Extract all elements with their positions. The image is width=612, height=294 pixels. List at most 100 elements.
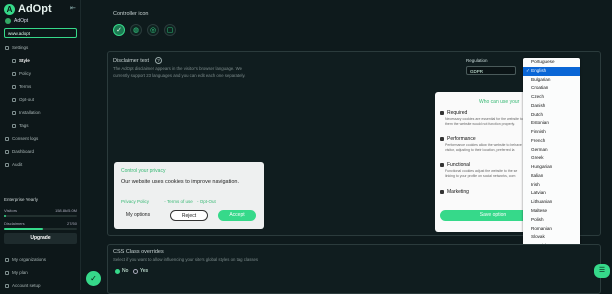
app-logo[interactable]: A AdOpt (4, 3, 52, 15)
language-option[interactable]: Irish (523, 181, 580, 190)
sidebar-item-label: Consent logs (12, 136, 39, 141)
sidebar-item-audit[interactable]: Audit (5, 162, 22, 167)
language-option[interactable]: Lithuanian (523, 198, 580, 207)
sidebar-item-label: Policy (19, 71, 32, 76)
sidebar-item-label: Audit (12, 162, 23, 167)
language-option[interactable]: Czech (523, 93, 580, 102)
opt-out-icon (12, 97, 16, 102)
plan-label: Enterprise Yearly (4, 197, 39, 202)
sidebar-item-my-organizations[interactable]: My organizations (5, 257, 46, 262)
language-option[interactable]: Bulgarian (523, 76, 580, 85)
category-label: Performance (447, 136, 476, 142)
language-option[interactable]: Greek (523, 154, 580, 163)
sidebar-item-account-setup[interactable]: Account setup (5, 283, 41, 288)
chevron-icon (440, 137, 444, 141)
language-option[interactable]: Estonian (523, 119, 580, 128)
domain-selector[interactable]: www.adopt (4, 28, 77, 38)
app-name: AdOpt (18, 3, 52, 15)
required-description-2: them the website would not function prop… (445, 122, 515, 126)
css-overrides-panel (107, 244, 601, 294)
language-option[interactable]: Danish (523, 102, 580, 111)
language-option[interactable]: Slovak (523, 233, 580, 242)
disclaimer-title: Disclaimer text (113, 58, 150, 64)
disclaimer-description-2: currently support 23 languages and you c… (113, 73, 246, 78)
floating-adopt-icon[interactable]: ✓ (86, 271, 101, 286)
language-option[interactable]: Romanian (523, 225, 580, 234)
sidebar-item-settings[interactable]: Settings (5, 45, 28, 50)
sidebar-item-opt-out[interactable]: Opt-out (12, 97, 34, 102)
language-option[interactable]: German (523, 146, 580, 155)
category-label: Marketing (447, 189, 469, 195)
chat-icon[interactable]: ▢ (164, 24, 176, 36)
language-option[interactable]: Croatian (523, 84, 580, 93)
opt-out-link[interactable]: - Opt-Out (197, 199, 216, 204)
sidebar-item-label: Style (19, 58, 30, 63)
cookie-icon[interactable]: ◍ (130, 24, 142, 36)
regulation-label: Regulation (466, 58, 488, 63)
accept-button[interactable]: Accept (218, 210, 256, 221)
language-option[interactable]: French (523, 137, 580, 146)
sidebar-item-my-plan[interactable]: My plan (5, 270, 28, 275)
radio-yes-indicator (133, 268, 138, 274)
sidebar-item-tags[interactable]: Tags (12, 123, 29, 128)
sidebar-item-style[interactable]: Style (12, 58, 30, 63)
collapse-sidebar-icon[interactable]: ⇤ (70, 4, 76, 12)
usage-label: Visitors (4, 208, 18, 213)
language-option[interactable]: Dutch (523, 111, 580, 120)
category-label: Functional (447, 162, 471, 168)
language-option[interactable]: Finnish (523, 128, 580, 137)
support-chat-icon[interactable]: ☰ (594, 264, 610, 278)
functional-description-2: linking to your profile on social networ… (445, 174, 516, 178)
sidebar-item-dashboard[interactable]: Dashboard (5, 149, 34, 154)
usage-value: 158.8k/5.0M (54, 208, 77, 213)
visitors-usage: Visitors 158.8k/5.0M (4, 208, 77, 213)
popup-title: Control your privacy (121, 168, 166, 174)
sidebar-item-label: Terms (19, 84, 32, 89)
category-label: Required (447, 110, 468, 116)
fingerprint-icon[interactable]: ◎ (147, 24, 159, 36)
document-icon (12, 71, 16, 76)
language-dropdown[interactable]: Portuguese ✓ English Bulgarian Croatian Czec… (523, 58, 580, 255)
sidebar-item-consent-logs[interactable]: Consent logs (5, 136, 38, 141)
reject-button[interactable]: Reject (170, 210, 208, 221)
performance-description-1: Performance cookies allow the website to… (445, 143, 522, 147)
workspace-selector[interactable]: AdOpt (5, 18, 28, 24)
lock-icon (440, 111, 444, 115)
functional-description-1: Functional cookies adjust the website to… (445, 169, 518, 173)
css-overrides-title: CSS Class overrides (113, 249, 164, 255)
sidebar-item-label: Installation (19, 110, 41, 115)
sidebar-item-installation[interactable]: Installation (12, 110, 41, 115)
workspace-avatar (5, 18, 11, 24)
language-option[interactable]: Italian (523, 172, 580, 181)
language-option[interactable]: Portuguese (523, 58, 580, 67)
radio-no[interactable]: No (115, 268, 128, 274)
workspace-name: AdOpt (14, 18, 29, 24)
language-option[interactable]: ✓ English (523, 66, 580, 76)
language-option[interactable]: Maltese (523, 207, 580, 216)
upgrade-button[interactable]: Upgrade (4, 233, 77, 244)
document-icon (12, 84, 16, 89)
chevron-icon (440, 190, 444, 194)
visitors-progress-bar (4, 215, 77, 217)
logs-icon (5, 136, 9, 141)
my-options-button[interactable]: My options (120, 210, 156, 221)
privacy-policy-link[interactable]: Privacy Policy (121, 199, 149, 204)
sidebar-item-label: My organizations (12, 257, 47, 262)
language-option[interactable]: Polish (523, 216, 580, 225)
code-icon (12, 110, 16, 115)
sidebar-item-label: Opt-out (19, 97, 35, 102)
language-option[interactable]: Latvian (523, 189, 580, 198)
help-icon[interactable]: ? (155, 57, 162, 64)
sidebar-item-terms[interactable]: Terms (12, 84, 31, 89)
radio-yes-label: Yes (140, 268, 149, 274)
language-option[interactable]: Hungarian (523, 163, 580, 172)
sidebar-item-policy[interactable]: Policy (12, 71, 31, 76)
check-shield-icon[interactable]: ✓ (113, 24, 125, 36)
category-marketing: Marketing (440, 189, 469, 195)
popup-links: Privacy Policy - Terms of use - Opt-Out (121, 199, 216, 204)
radio-yes[interactable]: Yes (133, 268, 148, 274)
terms-of-use-link[interactable]: - Terms of use (164, 199, 192, 204)
consent-popup-preview: Control your privacy Our website uses co… (114, 162, 264, 229)
regulation-select[interactable]: GDPR (466, 66, 516, 75)
category-required: Required (440, 110, 467, 116)
